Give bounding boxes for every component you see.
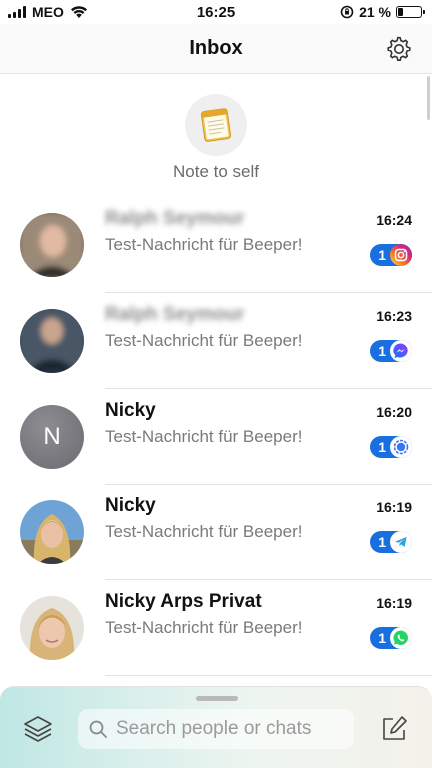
unread-count: 1: [378, 439, 386, 455]
chat-time: 16:23: [376, 308, 412, 324]
search-bar[interactable]: [78, 709, 354, 749]
battery-level: [398, 8, 403, 16]
unread-badge: 1: [370, 436, 412, 458]
avatar-photo: [20, 500, 84, 564]
whatsapp-icon: [390, 627, 412, 649]
chat-preview: Test-Nachricht für Beeper!: [105, 427, 303, 446]
chat-row[interactable]: Ralph Seymour Test-Nachricht für Beeper!…: [0, 198, 432, 293]
chat-row[interactable]: Nicky Test-Nachricht für Beeper! 16:19 1: [0, 485, 432, 580]
note-label: Note to self: [173, 162, 259, 181]
compose-icon[interactable]: [378, 713, 410, 745]
telegram-icon: [390, 531, 412, 553]
avatar-initial: N: [43, 423, 61, 450]
avatar-photo: [20, 596, 84, 660]
note-avatar: [185, 94, 247, 156]
chat-name: Nicky: [105, 400, 156, 421]
avatar-photo: [20, 309, 84, 373]
drag-handle[interactable]: [196, 696, 238, 701]
signal-app-icon: [390, 436, 412, 458]
page-title: Inbox: [189, 37, 243, 59]
unread-badge: 1: [370, 531, 412, 553]
divider: [105, 388, 432, 389]
notepad-icon: [200, 108, 232, 142]
battery-percent: 21 %: [359, 4, 391, 20]
chat-row[interactable]: Nicky Arps Privat Test-Nachricht für Bee…: [0, 581, 432, 676]
instagram-icon: [390, 244, 412, 266]
avatar: [20, 596, 84, 660]
unread-badge: 1: [370, 627, 412, 649]
search-icon: [89, 720, 107, 738]
gear-icon[interactable]: [384, 34, 412, 62]
unread-count: 1: [378, 534, 386, 550]
chat-row[interactable]: Ralph Seymour Test-Nachricht für Beeper!…: [0, 294, 432, 389]
messenger-icon: [390, 340, 412, 362]
chat-preview: Test-Nachricht für Beeper!: [105, 522, 303, 541]
battery-icon: [396, 6, 425, 18]
chat-time: 16:19: [376, 499, 412, 515]
divider: [105, 292, 432, 293]
avatar: N: [20, 405, 84, 469]
chat-name: Ralph Seymour: [105, 208, 245, 229]
chat-preview: Test-Nachricht für Beeper!: [105, 235, 303, 254]
chat-name: Nicky Arps Privat: [105, 591, 262, 612]
header: Inbox: [0, 24, 432, 74]
chat-preview: Test-Nachricht für Beeper!: [105, 331, 303, 350]
chat-preview: Test-Nachricht für Beeper!: [105, 618, 303, 637]
avatar: [20, 213, 84, 277]
unread-count: 1: [378, 343, 386, 359]
status-bar: MEO 16:25 21 %: [0, 0, 432, 24]
unread-count: 1: [378, 247, 386, 263]
note-to-self[interactable]: Note to self: [0, 94, 432, 182]
chat-name: Ralph Seymour: [105, 304, 245, 325]
unread-badge: 1: [370, 340, 412, 362]
avatar-photo: [20, 213, 84, 277]
search-input[interactable]: [116, 718, 346, 740]
chat-row[interactable]: N Nicky Test-Nachricht für Beeper! 16:20…: [0, 390, 432, 485]
divider: [105, 675, 432, 676]
avatar: [20, 500, 84, 564]
chat-time: 16:24: [376, 212, 412, 228]
unread-count: 1: [378, 630, 386, 646]
avatar: [20, 309, 84, 373]
status-right: 21 %: [340, 4, 425, 20]
divider: [105, 579, 432, 580]
chat-name: Nicky: [105, 495, 156, 516]
unread-badge: 1: [370, 244, 412, 266]
chat-time: 16:20: [376, 404, 412, 420]
orientation-lock-icon: [340, 5, 354, 19]
layers-icon[interactable]: [22, 713, 54, 745]
bottom-bar: [0, 686, 432, 768]
chat-time: 16:19: [376, 595, 412, 611]
